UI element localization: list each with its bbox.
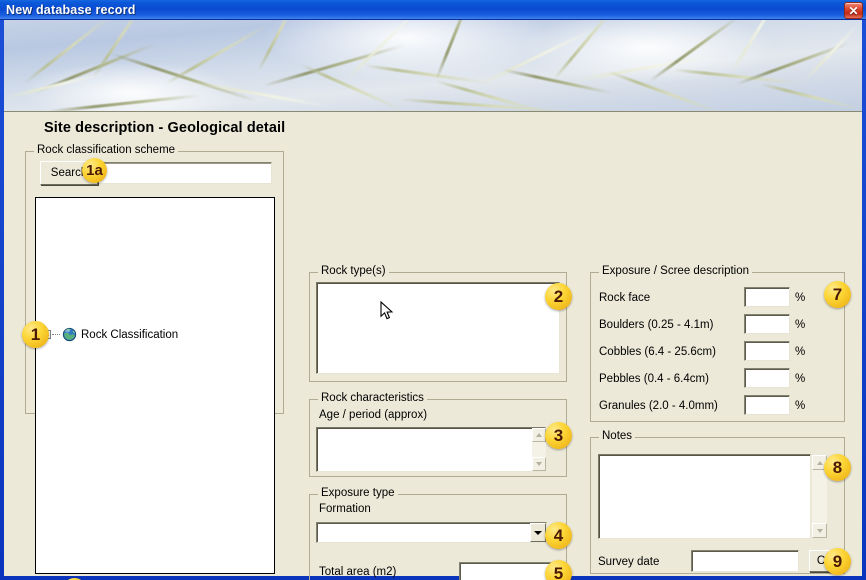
callout-badge-9: 9 bbox=[824, 548, 851, 575]
tree-node-label: Rock Classification bbox=[81, 328, 179, 341]
callout-badge-1: 1 bbox=[22, 321, 49, 348]
callout-badge-5: 5 bbox=[545, 560, 572, 580]
globe-icon bbox=[61, 327, 77, 342]
dialog-window: New database record ✕ Site description -… bbox=[0, 0, 866, 580]
close-glyph: ✕ bbox=[848, 3, 859, 18]
callout-badge-1a: 1a bbox=[82, 158, 107, 183]
exposure-type-legend: Exposure type bbox=[318, 487, 398, 499]
scree-row-percent-3: % bbox=[795, 373, 806, 385]
scree-row-label-4: Granules (2.0 - 4.0mm) bbox=[599, 400, 718, 412]
callout-badge-1a-label: 1a bbox=[86, 162, 103, 179]
scree-row-percent-4: % bbox=[795, 400, 806, 412]
formation-combobox[interactable] bbox=[316, 522, 547, 543]
survey-date-input[interactable] bbox=[691, 550, 799, 572]
scree-row-label-1: Boulders (0.25 - 4.1m) bbox=[599, 319, 714, 331]
scree-row-label-3: Pebbles (0.4 - 6.4cm) bbox=[599, 373, 709, 385]
titlebar: New database record ✕ bbox=[0, 0, 866, 20]
notes-scroll-down-icon[interactable] bbox=[812, 523, 827, 538]
age-period-label: Age / period (approx) bbox=[319, 409, 428, 421]
callout-badge-7-label: 7 bbox=[832, 285, 843, 304]
scree-row-input-1[interactable] bbox=[744, 314, 790, 334]
page-title: Site description - Geological detail bbox=[44, 120, 286, 136]
callout-badge-4-label: 4 bbox=[553, 526, 564, 545]
age-period-listbox[interactable] bbox=[316, 427, 546, 472]
formation-chevron-down-icon[interactable] bbox=[530, 523, 546, 542]
scree-row-input-0[interactable] bbox=[744, 287, 790, 307]
exposure-scree-legend: Exposure / Scree description bbox=[599, 265, 753, 277]
scree-row-label-0: Rock face bbox=[599, 292, 651, 304]
rock-classification-legend: Rock classification scheme bbox=[34, 144, 179, 156]
header-banner-image bbox=[4, 20, 862, 112]
age-period-scrollbar[interactable] bbox=[532, 428, 546, 471]
notes-legend: Notes bbox=[599, 430, 636, 442]
rock-types-listbox[interactable] bbox=[316, 282, 560, 374]
rock-characteristics-legend: Rock characteristics bbox=[318, 392, 427, 404]
callout-badge-2-label: 2 bbox=[553, 287, 564, 306]
callout-badge-4: 4 bbox=[545, 522, 572, 549]
callout-badge-2: 2 bbox=[545, 283, 572, 310]
close-icon[interactable]: ✕ bbox=[844, 2, 863, 19]
scroll-up-icon[interactable] bbox=[532, 428, 546, 442]
callout-badge-3: 3 bbox=[545, 422, 572, 449]
formation-label: Formation bbox=[319, 503, 371, 515]
survey-date-label: Survey date bbox=[598, 556, 660, 568]
callout-badge-9-label: 9 bbox=[832, 552, 843, 571]
callout-badge-3-label: 3 bbox=[553, 426, 564, 445]
callout-badge-7: 7 bbox=[824, 281, 851, 308]
callout-badge-1-label: 1 bbox=[30, 325, 41, 344]
scree-row-input-4[interactable] bbox=[744, 395, 790, 415]
scree-row-input-3[interactable] bbox=[744, 368, 790, 388]
rock-types-legend: Rock type(s) bbox=[318, 265, 389, 277]
scroll-down-icon[interactable] bbox=[532, 457, 546, 471]
callout-badge-8: 8 bbox=[824, 454, 851, 481]
callout-badge-8-label: 8 bbox=[832, 458, 843, 477]
dialog-body: Site description - Geological detail Roc… bbox=[4, 112, 862, 580]
total-area-label: Total area (m2) bbox=[319, 566, 397, 578]
scree-row-label-2: Cobbles (6.4 - 25.6cm) bbox=[599, 346, 716, 358]
tree-node-rock-classification[interactable]: Rock Classification bbox=[42, 327, 178, 342]
tree-connector-icon bbox=[52, 334, 60, 335]
scree-row-percent-1: % bbox=[795, 319, 806, 331]
scree-row-percent-2: % bbox=[795, 346, 806, 358]
scree-row-input-2[interactable] bbox=[744, 341, 790, 361]
callout-badge-5-label: 5 bbox=[553, 564, 564, 580]
notes-textarea[interactable] bbox=[598, 454, 811, 539]
window-title: New database record bbox=[6, 2, 136, 17]
scree-row-percent-0: % bbox=[795, 292, 806, 304]
rock-classification-tree[interactable] bbox=[35, 197, 275, 574]
